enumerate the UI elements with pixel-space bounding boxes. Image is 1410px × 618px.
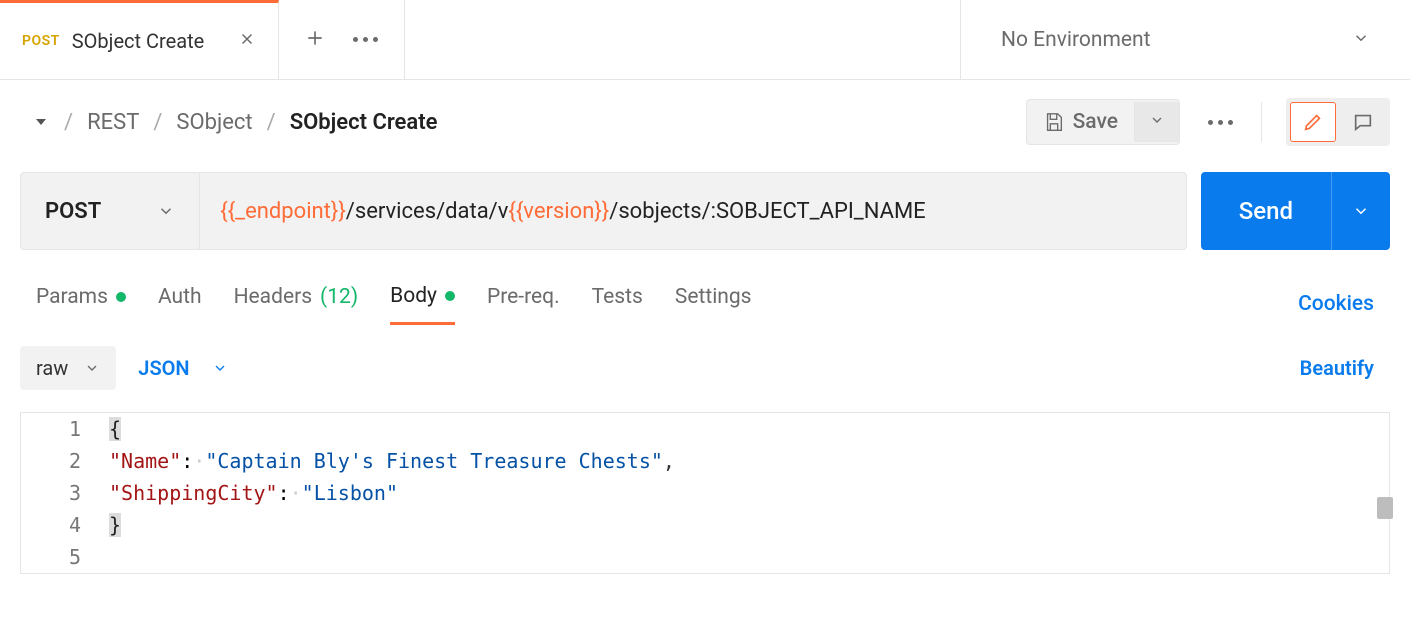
send-button[interactable]: Send <box>1201 172 1331 250</box>
chevron-down-icon <box>84 360 100 376</box>
tab-headers[interactable]: Headers(12) <box>234 285 359 323</box>
view-mode-toggle <box>1286 98 1390 146</box>
edit-mode-button[interactable] <box>1290 102 1336 142</box>
save-button[interactable]: Save <box>1027 100 1134 144</box>
method-value: POST <box>45 199 101 224</box>
tab-tests[interactable]: Tests <box>592 285 643 323</box>
cookies-link[interactable]: Cookies <box>1298 292 1374 316</box>
body-format-select[interactable]: JSON <box>138 356 227 380</box>
code-editor[interactable]: 1{ 2"Name":·"Captain Bly's Finest Treasu… <box>20 412 1390 574</box>
line-number: 3 <box>21 477 109 509</box>
line-number: 5 <box>21 541 109 573</box>
breadcrumb-item[interactable]: REST <box>87 110 139 135</box>
tab-params[interactable]: Params <box>36 285 126 323</box>
tab-method-badge: POST <box>22 33 60 49</box>
save-chevron[interactable] <box>1134 102 1179 142</box>
breadcrumb-item[interactable]: SObject <box>176 110 252 135</box>
active-dot-icon <box>445 291 455 301</box>
plus-icon[interactable] <box>305 28 325 52</box>
save-group: Save <box>1026 99 1180 145</box>
chevron-down-icon <box>157 202 175 220</box>
request-row: POST {{_endpoint}}/services/data/v{{vers… <box>0 172 1410 250</box>
header-row: / REST / SObject / SObject Create Save <box>0 80 1410 172</box>
url-input[interactable]: {{_endpoint}}/services/data/v{{version}}… <box>200 173 1185 249</box>
chevron-down-icon <box>1352 29 1370 51</box>
send-chevron[interactable] <box>1331 172 1390 250</box>
body-options-row: raw JSON Beautify <box>0 324 1410 412</box>
tab-auth[interactable]: Auth <box>158 285 202 323</box>
breadcrumb: / REST / SObject / SObject Create <box>64 110 437 135</box>
tab-request[interactable]: POST SObject Create <box>0 0 279 79</box>
line-number: 4 <box>21 509 109 541</box>
body-type-select[interactable]: raw <box>20 346 116 390</box>
tab-title: SObject Create <box>72 29 204 53</box>
method-url-box: POST {{_endpoint}}/services/data/v{{vers… <box>20 172 1187 250</box>
more-icon[interactable] <box>353 37 378 42</box>
caret-down-icon[interactable] <box>36 119 46 125</box>
comment-mode-button[interactable] <box>1340 102 1386 142</box>
tab-strip: POST SObject Create No Environment <box>0 0 1410 80</box>
comment-icon <box>1352 111 1374 133</box>
close-icon[interactable] <box>238 30 256 52</box>
breadcrumb-current: SObject Create <box>290 110 438 135</box>
tab-aux <box>279 0 405 79</box>
chevron-down-icon <box>212 360 228 376</box>
save-icon <box>1043 111 1065 133</box>
scrollbar-thumb[interactable] <box>1377 497 1393 519</box>
tab-settings[interactable]: Settings <box>675 285 752 323</box>
save-label: Save <box>1073 110 1118 134</box>
tab-prereq[interactable]: Pre-req. <box>487 285 560 323</box>
divider <box>1261 102 1262 142</box>
environment-label: No Environment <box>1001 28 1150 52</box>
line-number: 2 <box>21 445 109 477</box>
beautify-button[interactable]: Beautify <box>1300 356 1374 380</box>
tab-body[interactable]: Body <box>390 284 455 325</box>
environment-selector[interactable]: No Environment <box>960 0 1410 79</box>
active-dot-icon <box>116 292 126 302</box>
method-select[interactable]: POST <box>21 173 200 249</box>
line-number: 1 <box>21 413 109 445</box>
send-group: Send <box>1201 172 1390 250</box>
more-icon[interactable] <box>1208 120 1233 125</box>
pencil-icon <box>1302 111 1324 133</box>
request-tabs: Params Auth Headers(12) Body Pre-req. Te… <box>0 250 1410 324</box>
